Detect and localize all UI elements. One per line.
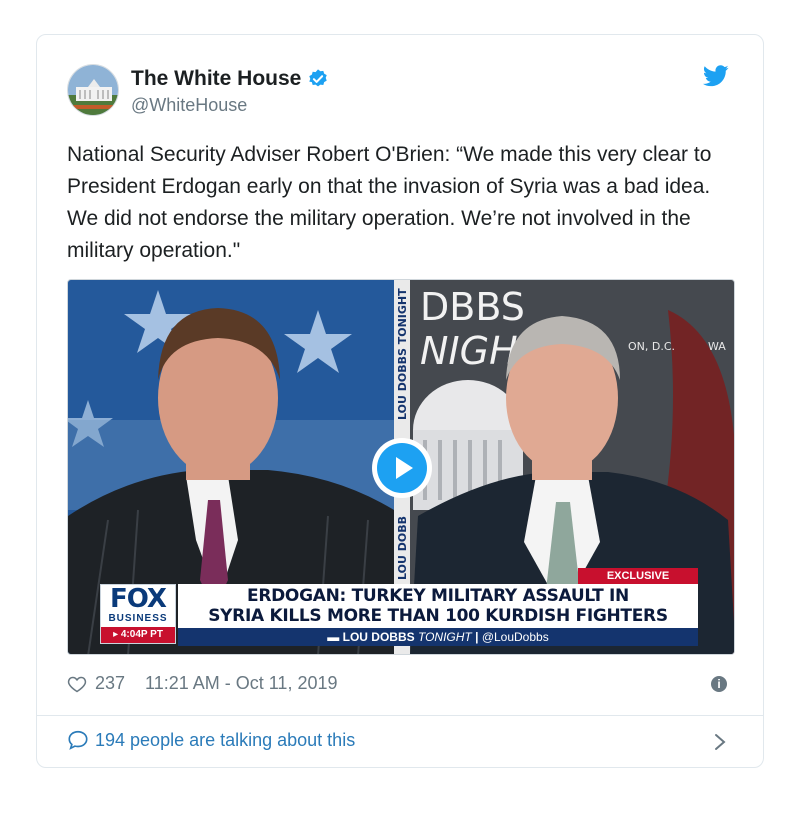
show-name-tonight: TONIGHT <box>417 630 472 644</box>
headline-line-2: SYRIA KILLS MORE THAN 100 KURDISH FIGHTE… <box>208 606 668 626</box>
backdrop-small-text-2: WA <box>708 340 726 353</box>
news-headline: ERDOGAN: TURKEY MILITARY ASSAULT IN SYRI… <box>178 584 698 628</box>
show-bar: ▬ LOU DOBBS TONIGHT | @LouDobbs <box>178 628 698 646</box>
time-badge: ▸ 4:04P PT <box>101 627 175 643</box>
show-name: LOU DOBBS <box>342 630 415 644</box>
exclusive-label: EXCLUSIVE <box>578 568 698 584</box>
comment-bubble-icon <box>68 730 88 750</box>
conversation-link[interactable]: 194 people are talking about this <box>67 729 355 751</box>
twitter-bird-icon[interactable] <box>703 65 729 87</box>
tweet-text: National Security Adviser Robert O'Brien… <box>67 143 712 262</box>
side-strip-text: LOU DOBBS TONIGHT <box>396 288 409 420</box>
tweet-card[interactable]: The White House @WhiteHouse National Sec… <box>36 34 764 768</box>
headline-line-1: ERDOGAN: TURKEY MILITARY ASSAULT IN <box>247 586 629 606</box>
tweet-meta: 237 11:21 AM - Oct 11, 2019 <box>67 673 338 694</box>
show-handle: @LouDobbs <box>481 630 549 644</box>
side-strip-text-2: LOU DOBB <box>396 516 409 580</box>
show-separator: | <box>475 630 482 644</box>
backdrop-small-text: ON, D.C. <box>628 340 675 353</box>
author-name[interactable]: The White House <box>131 67 329 91</box>
backdrop-title-text-2: NIGH <box>420 329 518 373</box>
white-house-avatar[interactable] <box>67 64 119 116</box>
network-logo-text: FOX <box>110 584 167 614</box>
video-player[interactable]: LOU DOBBS TONIGHT LOU DOBB DBBS NIGH ON,… <box>67 279 735 655</box>
tweet-timestamp[interactable]: 11:21 AM - Oct 11, 2019 <box>145 673 337 694</box>
conversation-label[interactable]: 194 people are talking about this <box>95 730 355 751</box>
divider <box>37 715 763 716</box>
backdrop-title-text: DBBS <box>420 285 525 329</box>
author-name-text[interactable]: The White House <box>131 67 301 91</box>
info-icon[interactable]: i <box>711 676 727 692</box>
heart-icon[interactable] <box>67 674 87 694</box>
author-handle[interactable]: @WhiteHouse <box>131 95 247 116</box>
flag-icon: ▬ <box>327 630 343 644</box>
verified-badge-icon <box>309 69 328 87</box>
fox-business-logo: FOX BUSINESS ▸ 4:04P PT <box>100 584 176 644</box>
chevron-right-icon[interactable] <box>713 732 727 752</box>
like-count[interactable]: 237 <box>95 673 125 694</box>
play-button[interactable] <box>372 438 432 498</box>
network-sub-text: BUSINESS <box>108 613 168 624</box>
play-icon <box>377 443 427 493</box>
